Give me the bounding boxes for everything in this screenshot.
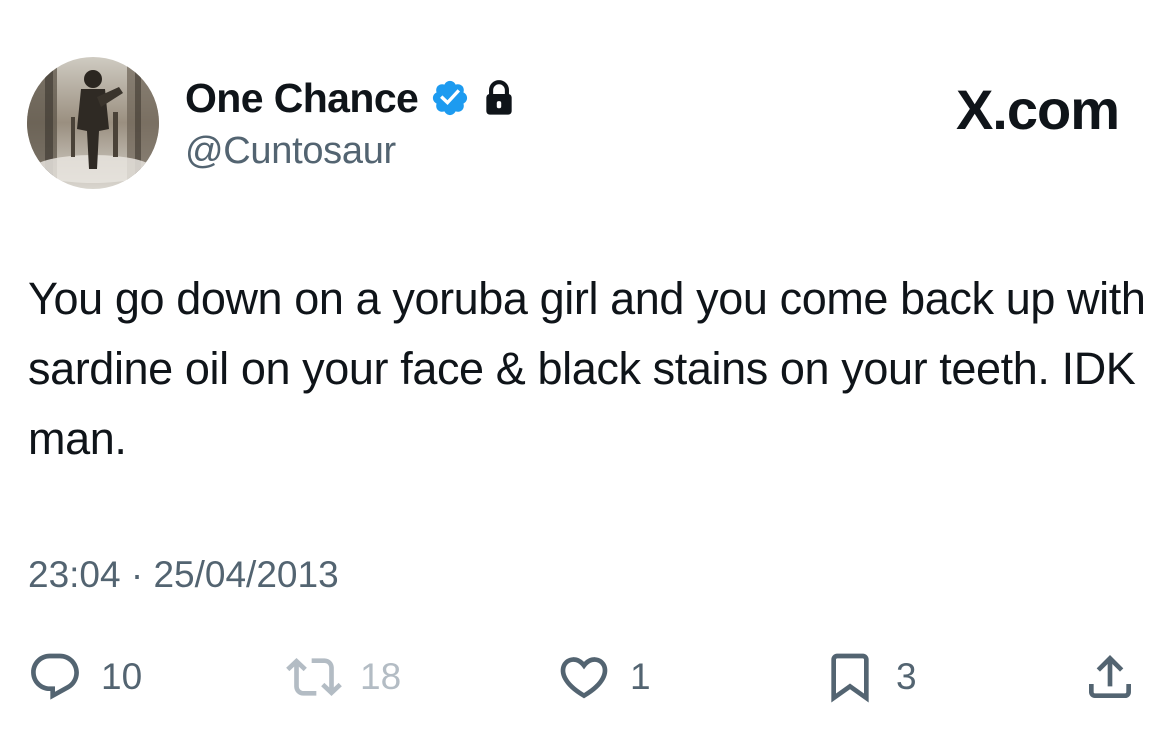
tweet-timestamp[interactable]: 23:04 · 25/04/2013 — [28, 550, 339, 600]
author-name-row: One Chance — [185, 70, 516, 126]
share-icon — [1082, 649, 1138, 705]
retweet-button[interactable]: 18 — [286, 645, 401, 709]
like-button[interactable]: 1 — [556, 645, 651, 709]
like-count: 1 — [630, 656, 651, 697]
verified-badge-icon[interactable] — [430, 78, 470, 118]
brand-label: X.com — [955, 78, 1120, 141]
tweet-text: You go down on a yoruba girl and you com… — [28, 273, 1146, 464]
retweet-icon — [286, 649, 342, 705]
reply-button[interactable]: 10 — [27, 645, 142, 709]
lock-icon — [482, 79, 516, 117]
author-display-name[interactable]: One Chance — [185, 70, 419, 126]
retweet-count: 18 — [360, 656, 402, 697]
bookmark-count: 3 — [896, 656, 917, 697]
avatar[interactable] — [27, 57, 159, 189]
reply-count: 10 — [101, 656, 143, 697]
tweet-actions-bar: 10 18 1 3 — [0, 645, 1169, 709]
bookmark-button[interactable]: 3 — [822, 645, 917, 709]
reply-icon — [27, 649, 83, 705]
author-handle[interactable]: @Cuntosaur — [185, 126, 396, 176]
avatar-image — [27, 57, 159, 189]
share-button[interactable] — [1082, 645, 1138, 709]
bookmark-icon — [822, 649, 878, 705]
heart-icon — [556, 649, 612, 705]
